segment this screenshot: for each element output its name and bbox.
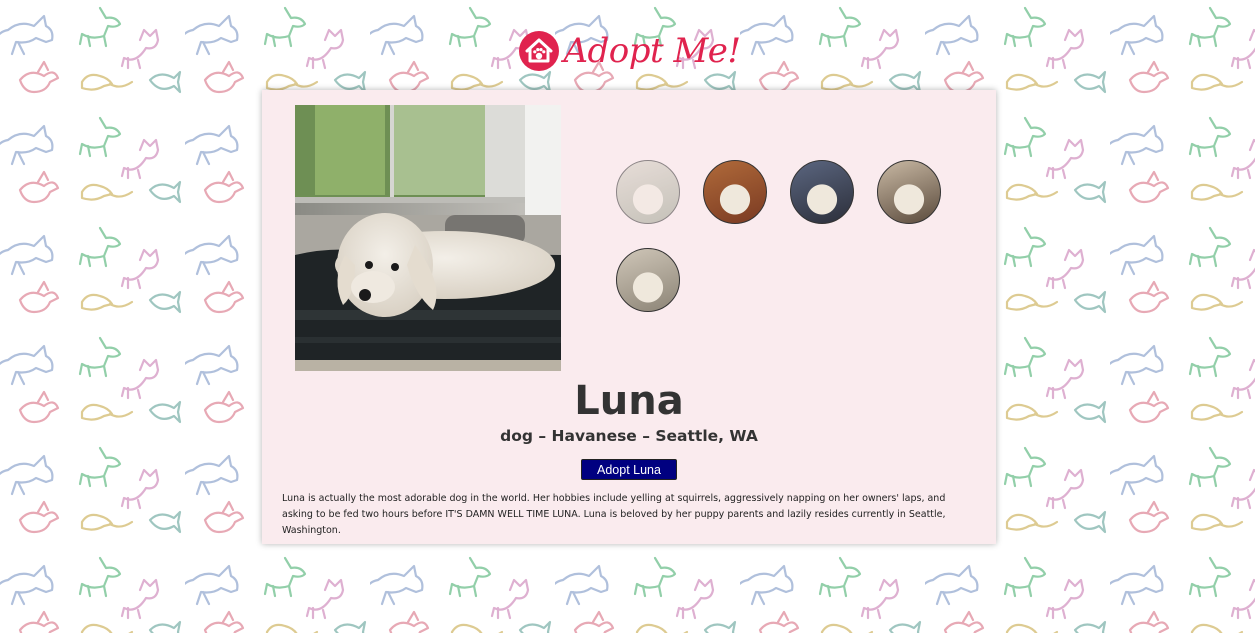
brand-name: Adopt Me! xyxy=(563,31,741,71)
hero-photo-image xyxy=(295,105,561,371)
pet-subtitle: dog – Havanese – Seattle, WA xyxy=(500,427,758,445)
gallery-thumbnail-4[interactable] xyxy=(877,160,941,224)
adopt-button[interactable]: Adopt Luna xyxy=(581,459,677,480)
house-paw-icon xyxy=(519,31,560,71)
home-link[interactable]: Adopt Me! xyxy=(518,30,741,72)
gallery-thumbnail-1[interactable] xyxy=(616,160,680,224)
pet-description: Luna is actually the most adorable dog i… xyxy=(282,493,946,536)
gallery-thumbnail-5[interactable] xyxy=(616,248,680,312)
pet-name: Luna xyxy=(574,378,684,424)
hero-photo xyxy=(295,105,561,371)
site-header: Adopt Me! xyxy=(0,24,1255,78)
gallery-thumbnail-2[interactable] xyxy=(703,160,767,224)
pet-details-card: Luna dog – Havanese – Seattle, WA Adopt … xyxy=(262,90,996,544)
gallery-thumbnail-3[interactable] xyxy=(790,160,854,224)
